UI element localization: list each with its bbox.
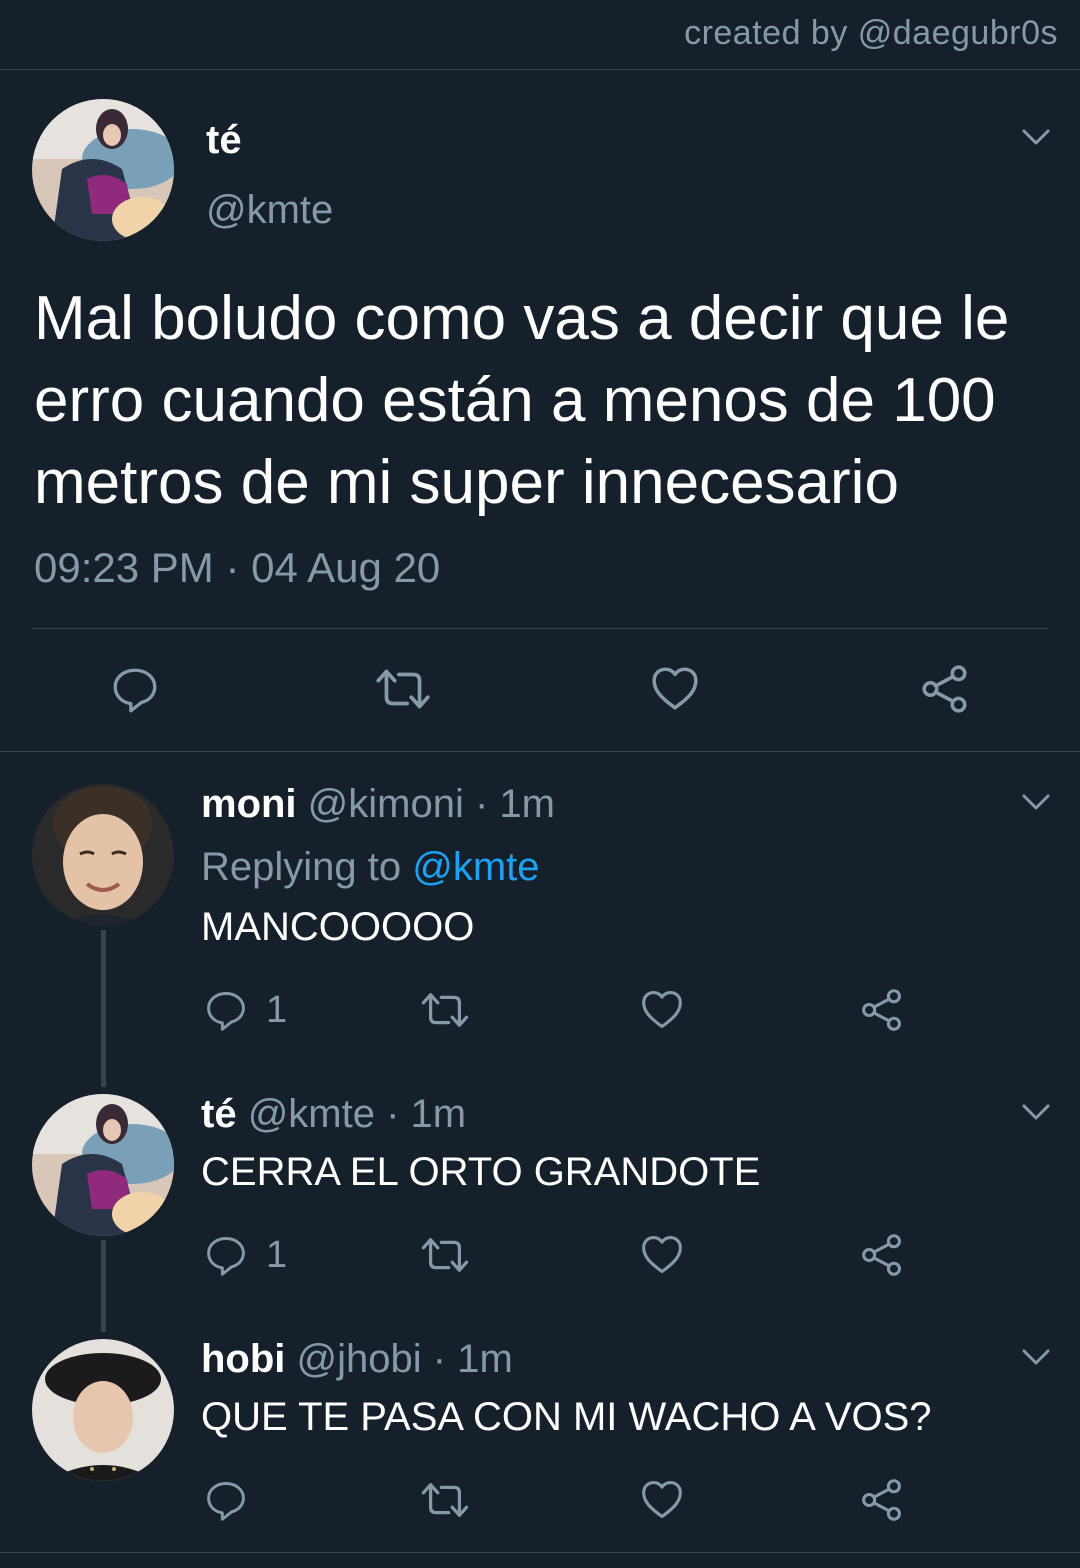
author-handle[interactable]: @jhobi <box>297 1337 422 1381</box>
credit-text: created by @daegubr0s <box>684 14 1058 52</box>
chevron-down-icon[interactable] <box>1021 787 1051 817</box>
author-handle[interactable]: @kmte <box>248 1092 375 1136</box>
reply-header: hobi @jhobi · 1m <box>201 1337 513 1382</box>
author-handle[interactable]: @kimoni <box>308 782 464 826</box>
reply-header: té @kmte · 1m <box>201 1092 466 1137</box>
thread-connector <box>101 1240 106 1332</box>
share-button[interactable] <box>860 988 904 1032</box>
share-icon <box>860 988 904 1032</box>
share-icon <box>860 1478 904 1522</box>
like-button[interactable] <box>640 1233 684 1277</box>
reply-button[interactable]: 1 <box>204 988 287 1032</box>
reply-icon <box>204 1478 248 1522</box>
retweet-button[interactable] <box>418 1478 472 1522</box>
author-name[interactable]: moni <box>201 782 297 826</box>
divider <box>0 1552 1080 1553</box>
author-name[interactable]: té <box>201 1092 237 1136</box>
avatar[interactable] <box>32 1339 174 1481</box>
chevron-down-icon[interactable] <box>1021 122 1051 152</box>
divider <box>0 69 1080 70</box>
like-button[interactable] <box>650 664 700 714</box>
retweet-icon <box>418 1478 472 1522</box>
share-icon <box>920 664 970 714</box>
reply-time: · 1m <box>386 1092 467 1136</box>
replying-label: Replying to <box>201 845 413 889</box>
share-button[interactable] <box>860 1233 904 1277</box>
like-icon <box>640 1478 684 1522</box>
chevron-down-icon[interactable] <box>1021 1342 1051 1372</box>
reply-icon <box>204 1233 248 1277</box>
reply-count: 1 <box>266 988 288 1031</box>
tweet-timestamp[interactable]: 09:23 PM · 04 Aug 20 <box>34 544 440 592</box>
like-icon <box>650 664 700 714</box>
retweet-icon <box>372 664 434 714</box>
author-name[interactable]: té <box>206 118 242 163</box>
avatar[interactable] <box>32 99 174 241</box>
replying-handle-link[interactable]: @kmte <box>412 845 539 889</box>
reply-button[interactable] <box>204 1478 266 1522</box>
reply-header: moni @kimoni · 1m <box>201 782 555 827</box>
reply-text: MANCOOOOO <box>201 905 475 949</box>
retweet-button[interactable] <box>418 988 472 1032</box>
reply-count: 1 <box>266 1233 288 1276</box>
reply-text: QUE TE PASA CON MI WACHO A VOS? <box>201 1395 932 1439</box>
divider <box>32 628 1048 629</box>
reply-time: · 1m <box>475 782 555 826</box>
like-icon <box>640 1233 684 1277</box>
author-handle[interactable]: @kmte <box>206 188 333 233</box>
share-button[interactable] <box>920 664 970 714</box>
like-button[interactable] <box>640 1478 684 1522</box>
avatar[interactable] <box>32 784 174 926</box>
share-icon <box>860 1233 904 1277</box>
reply-text: CERRA EL ORTO GRANDOTE <box>201 1150 761 1194</box>
like-button[interactable] <box>640 988 684 1032</box>
share-button[interactable] <box>860 1478 904 1522</box>
retweet-icon <box>418 1233 472 1277</box>
reply-icon <box>110 664 160 714</box>
reply-button[interactable] <box>110 664 160 714</box>
retweet-button[interactable] <box>372 664 434 714</box>
author-name[interactable]: hobi <box>201 1337 285 1381</box>
replying-to: Replying to @kmte <box>201 845 540 890</box>
chevron-down-icon[interactable] <box>1021 1097 1051 1127</box>
divider <box>0 751 1080 752</box>
like-icon <box>640 988 684 1032</box>
reply-icon <box>204 988 248 1032</box>
thread-connector <box>101 930 106 1087</box>
retweet-button[interactable] <box>418 1233 472 1277</box>
reply-time: · 1m <box>432 1337 513 1381</box>
tweet-text: Mal boludo como vas a decir que le erro … <box>34 284 1010 517</box>
reply-button[interactable]: 1 <box>204 1233 287 1277</box>
retweet-icon <box>418 988 472 1032</box>
avatar[interactable] <box>32 1094 174 1236</box>
